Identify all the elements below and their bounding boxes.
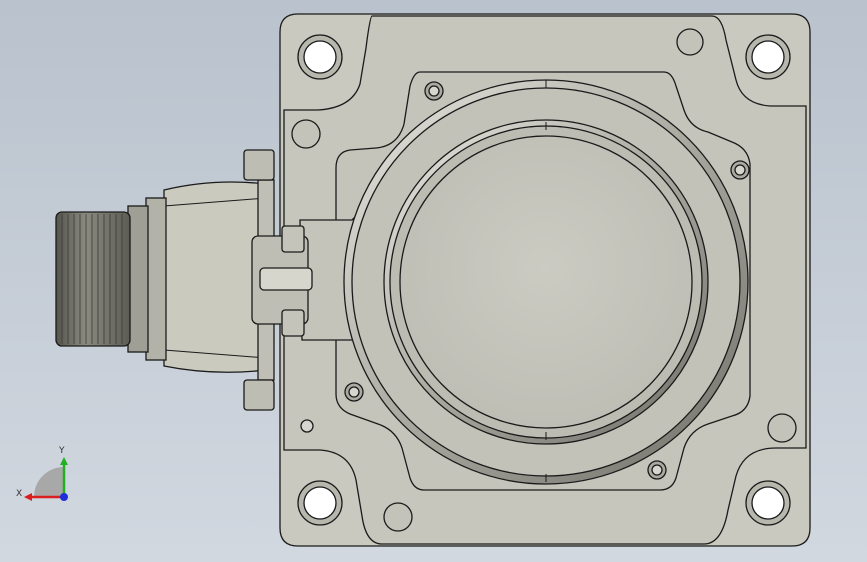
screw-hole-small — [300, 419, 314, 433]
screw-hole-small — [651, 464, 663, 476]
connector-lug-top — [243, 149, 275, 181]
screw-hole-small — [428, 85, 440, 97]
screw-boss — [767, 413, 797, 443]
servo-motor-model[interactable] — [55, 13, 811, 547]
connector-latch[interactable] — [251, 225, 313, 337]
screw-boss — [291, 119, 321, 149]
mounting-hole-top-left[interactable] — [297, 34, 343, 80]
triad-base-quadrant — [34, 467, 64, 497]
y-axis-arrowhead — [60, 457, 68, 465]
connector-nut — [127, 205, 149, 353]
mounting-hole-bottom-right[interactable] — [745, 480, 791, 526]
threaded-socket[interactable] — [55, 211, 131, 347]
y-axis-label: Y — [58, 446, 65, 456]
connector-square-body — [163, 181, 267, 373]
connector-stem — [145, 197, 167, 361]
z-axis-dot — [60, 493, 68, 501]
axis-triad: X Y — [16, 446, 68, 501]
x-axis-arrowhead — [24, 493, 32, 501]
screw-boss — [383, 502, 413, 532]
power-connector[interactable] — [55, 149, 275, 411]
mounting-hole-top-right[interactable] — [745, 34, 791, 80]
screw-boss — [676, 28, 704, 56]
encoder-cover[interactable] — [343, 79, 749, 485]
connector-lug-bottom — [243, 379, 275, 411]
mounting-hole-bottom-left[interactable] — [297, 480, 343, 526]
x-axis-label: X — [16, 489, 22, 499]
screw-hole-small — [734, 164, 746, 176]
cad-viewport[interactable]: X Y — [0, 0, 867, 562]
screw-hole-small — [348, 386, 360, 398]
